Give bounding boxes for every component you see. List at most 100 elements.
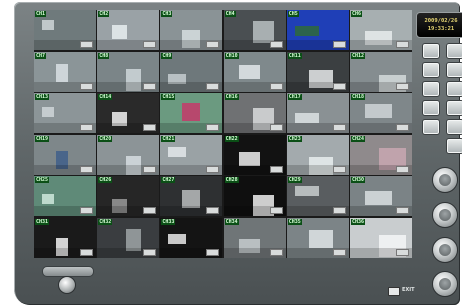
settings-button[interactable] xyxy=(446,138,462,154)
power-button[interactable] xyxy=(432,271,458,297)
jog-knob[interactable] xyxy=(58,276,76,294)
camera-tile[interactable]: CH22 xyxy=(223,134,286,175)
snapshot-button[interactable] xyxy=(432,237,458,263)
camera-tile[interactable]: CH27 xyxy=(160,176,223,217)
camera-tile[interactable]: CH15 xyxy=(160,93,223,134)
layout-4-button[interactable] xyxy=(446,43,462,59)
camera-tile[interactable]: CH14 xyxy=(97,93,160,134)
camera-status-badge xyxy=(332,207,346,215)
camera-tile[interactable]: CH35 xyxy=(286,217,349,258)
camera-status-badge xyxy=(206,165,220,173)
camera-label: CH35 xyxy=(287,218,302,225)
camera-feed-image xyxy=(112,25,128,39)
camera-tile[interactable]: CH12 xyxy=(349,51,412,92)
camera-status-badge xyxy=(395,82,409,90)
dvr-window: CH1 CH2 CH3 CH4 CH5 CH6 CH7 CH8 CH9 CH10 CH11 CH12 C… xyxy=(14,2,462,305)
exit-label: EXIT xyxy=(402,287,415,293)
camera-status-badge xyxy=(80,207,93,215)
camera-status-badge xyxy=(332,41,346,48)
camera-status-badge xyxy=(206,248,220,256)
clock-display: 2009/02/26 19:33:21 xyxy=(416,12,462,38)
camera-tile[interactable]: CH23 xyxy=(286,134,349,175)
control-panel: 2009/02/26 19:33:21 xyxy=(414,10,462,300)
camera-status-badge xyxy=(143,124,157,132)
camera-tile[interactable]: CH16 xyxy=(223,93,286,134)
camera-status-badge xyxy=(332,124,346,132)
camera-tile[interactable]: CH31 xyxy=(34,217,96,258)
exit-button[interactable] xyxy=(388,287,400,296)
camera-label: CH18 xyxy=(350,94,365,101)
camera-tile[interactable]: CH9 xyxy=(160,51,223,92)
camera-status-badge xyxy=(80,124,93,132)
record-button[interactable] xyxy=(422,119,440,135)
camera-tile[interactable]: CH17 xyxy=(286,93,349,134)
camera-label: CH13 xyxy=(35,94,50,101)
camera-feed-image xyxy=(42,20,54,30)
camera-tile[interactable]: CH1 xyxy=(34,10,96,50)
ptz-button[interactable] xyxy=(432,167,458,193)
camera-tile[interactable]: CH26 xyxy=(97,176,160,217)
camera-feed-image xyxy=(168,233,187,244)
camera-tile[interactable]: CH28 xyxy=(223,176,286,217)
camera-label: CH23 xyxy=(287,135,302,142)
camera-status-badge xyxy=(206,41,220,48)
camera-tile[interactable]: CH7 xyxy=(34,51,96,92)
camera-status-badge xyxy=(206,124,220,132)
layout-25-button[interactable] xyxy=(422,81,440,97)
camera-tile[interactable]: CH32 xyxy=(97,217,160,258)
layout-9-button[interactable] xyxy=(422,62,440,78)
camera-status-badge xyxy=(143,207,157,215)
camera-tile[interactable]: CH33 xyxy=(160,217,223,258)
camera-label: CH27 xyxy=(161,177,176,184)
camera-tile[interactable]: CH2 xyxy=(97,10,160,50)
camera-tile[interactable]: CH11 xyxy=(286,51,349,92)
camera-tile[interactable]: CH36 xyxy=(349,217,412,258)
camera-tile[interactable]: CH24 xyxy=(349,134,412,175)
snapshot-icon xyxy=(439,244,451,256)
camera-tile[interactable]: CH20 xyxy=(97,134,160,175)
playback-button[interactable] xyxy=(446,119,462,135)
camera-label: CH17 xyxy=(287,94,302,101)
camera-label: CH22 xyxy=(224,135,239,142)
camera-tile[interactable]: CH34 xyxy=(223,217,286,258)
camera-tile[interactable]: CH8 xyxy=(97,51,160,92)
layout-36-button[interactable] xyxy=(446,81,462,97)
camera-label: CH24 xyxy=(350,135,365,142)
camera-tile[interactable]: CH30 xyxy=(349,176,412,217)
layout-1-button[interactable] xyxy=(422,43,440,59)
camera-status-badge xyxy=(332,165,346,173)
audio-button[interactable] xyxy=(432,202,458,228)
camera-status-badge xyxy=(269,41,283,48)
camera-status-badge xyxy=(395,41,409,48)
camera-status-badge xyxy=(269,207,283,215)
camera-label: CH29 xyxy=(287,177,302,184)
camera-tile[interactable]: CH13 xyxy=(34,93,96,134)
camera-tile[interactable]: CH25 xyxy=(34,176,96,217)
camera-feed-image xyxy=(168,146,187,157)
camera-status-badge xyxy=(395,124,409,132)
camera-label: CH9 xyxy=(161,52,173,59)
camera-tile[interactable]: CH4 xyxy=(223,10,286,50)
camera-status-badge xyxy=(143,82,157,90)
camera-label: CH28 xyxy=(224,177,239,184)
camera-tile[interactable]: CH18 xyxy=(349,93,412,134)
camera-tile[interactable]: CH5 xyxy=(286,10,349,50)
camera-tile[interactable]: CH29 xyxy=(286,176,349,217)
camera-feed-image xyxy=(238,64,260,79)
camera-feed-image xyxy=(364,191,392,206)
camera-feed-image xyxy=(56,63,68,82)
camera-label: CH10 xyxy=(224,52,239,59)
layout-16-button[interactable] xyxy=(446,62,462,78)
camera-tile[interactable]: CH10 xyxy=(223,51,286,92)
camera-tile[interactable]: CH21 xyxy=(160,134,223,175)
camera-status-badge xyxy=(206,207,220,215)
camera-tile[interactable]: CH3 xyxy=(160,10,223,50)
camera-label: CH4 xyxy=(224,11,236,17)
camera-tile[interactable]: CH6 xyxy=(349,10,412,50)
fullscreen-button[interactable] xyxy=(446,100,462,116)
camera-label: CH31 xyxy=(35,218,50,225)
camera-tile[interactable]: CH19 xyxy=(34,134,96,175)
camera-label: CH14 xyxy=(98,94,113,101)
camera-label: CH12 xyxy=(350,52,365,59)
sequence-button[interactable] xyxy=(422,100,440,116)
